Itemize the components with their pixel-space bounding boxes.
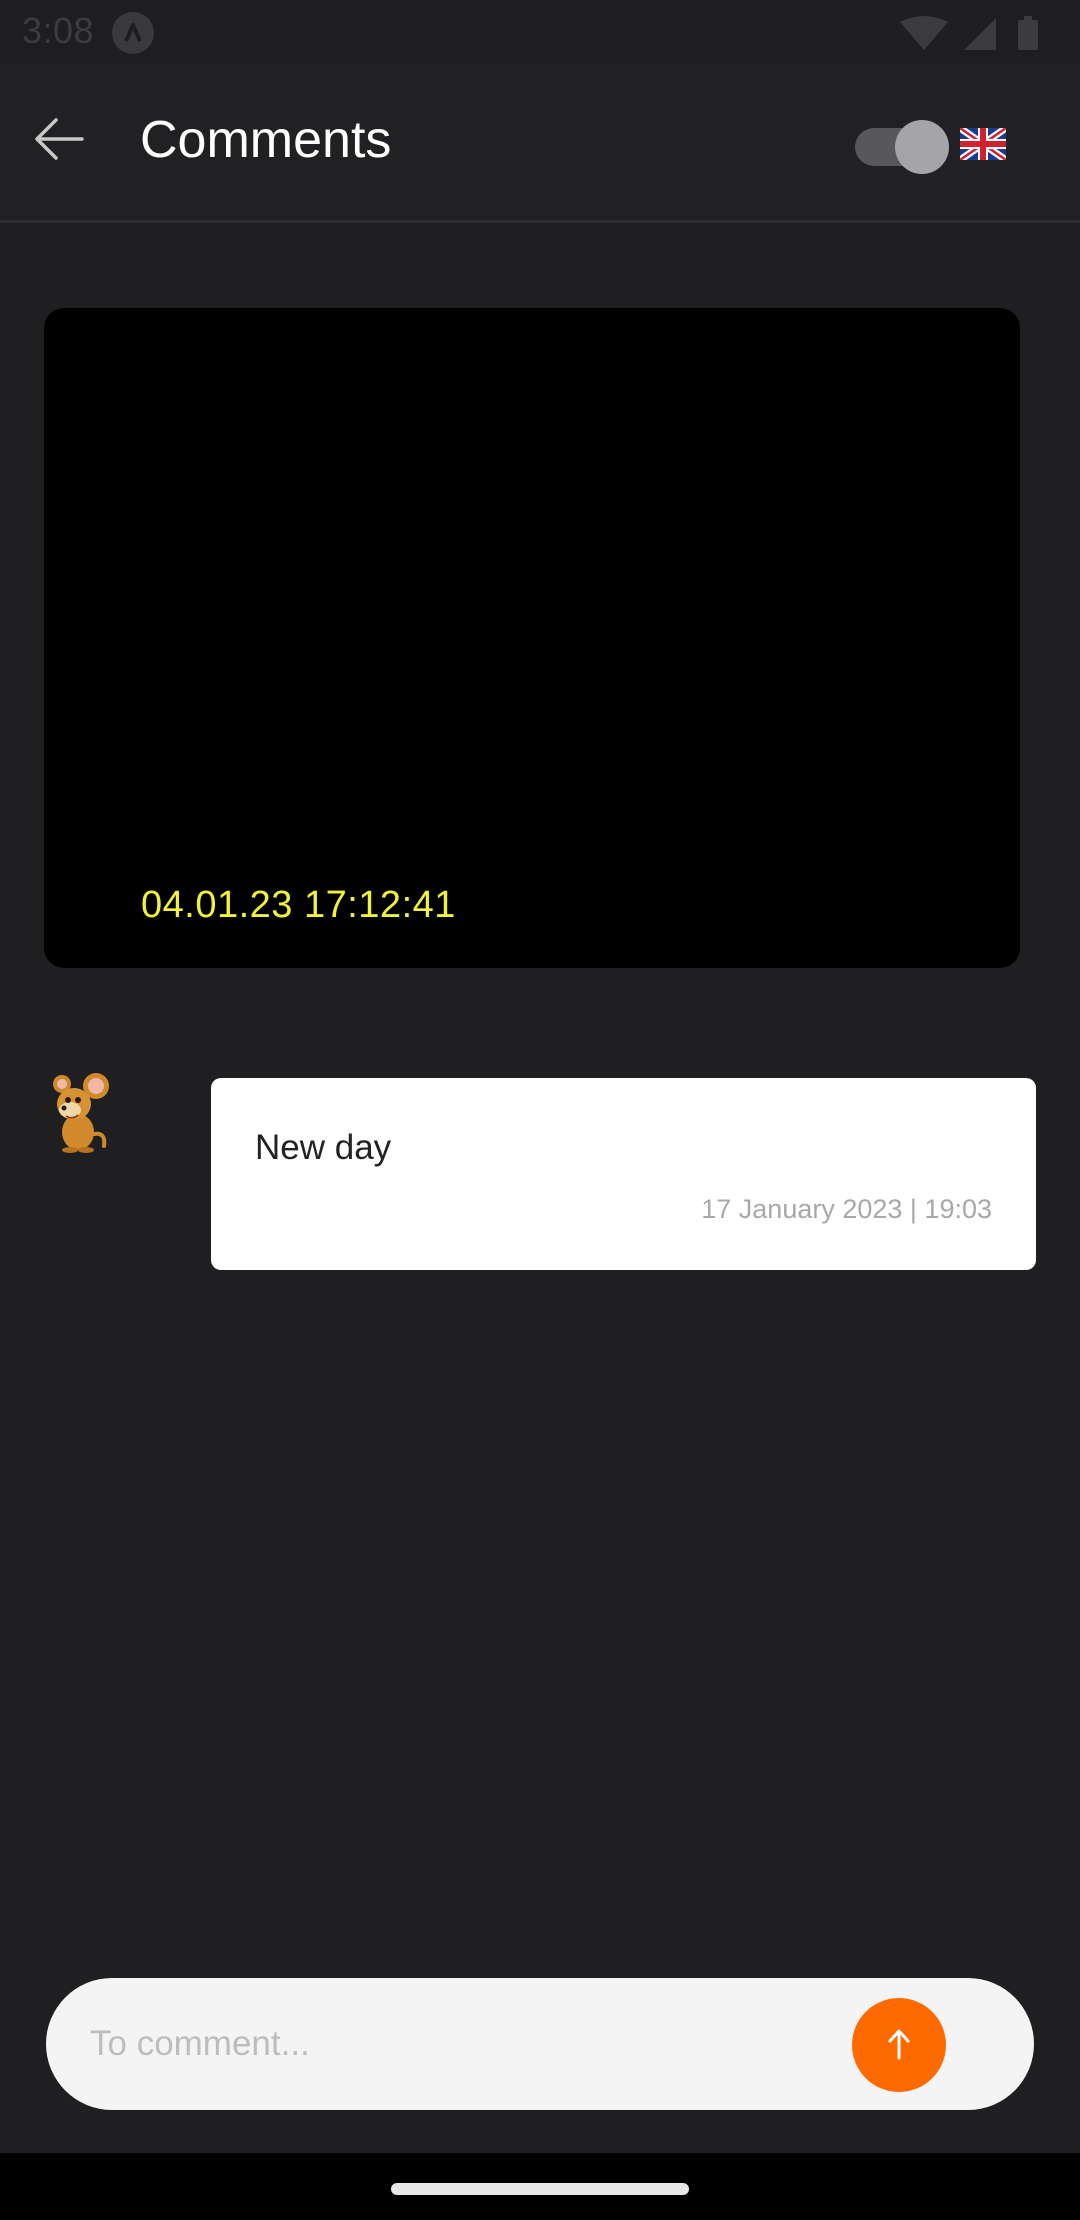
back-button[interactable] [30, 108, 92, 170]
send-button[interactable] [852, 1998, 946, 2092]
status-icons [900, 16, 1038, 50]
jerry-mouse-avatar [40, 1073, 109, 1153]
avatar [40, 1072, 120, 1154]
battery-icon [1018, 16, 1038, 50]
home-indicator[interactable] [391, 2183, 689, 2195]
video-timestamp: 04.01.23 17:12:41 [141, 884, 456, 926]
signal-icon [964, 18, 996, 50]
app-bar: Comments [0, 64, 1080, 223]
status-time: 3:08 [22, 10, 95, 51]
language-button[interactable] [958, 125, 1008, 163]
status-bar: 3:08 [0, 0, 1080, 64]
comment-text: New day [255, 1128, 392, 1167]
comment-composer [46, 1978, 1034, 2110]
page-title: Comments [140, 111, 392, 169]
comment-bubble[interactable]: New day 17 January 2023 | 19:03 [211, 1078, 1036, 1270]
comment-input[interactable] [90, 2012, 870, 2076]
system-nav-bar [0, 2153, 1080, 2220]
comment-timestamp: 17 January 2023 | 19:03 [701, 1194, 992, 1224]
arrow-up-icon [888, 2029, 910, 2060]
wifi-icon [900, 16, 948, 50]
feature-toggle[interactable] [855, 120, 949, 174]
video-player[interactable]: 04.01.23 17:12:41 [44, 308, 1020, 968]
arrow-left-icon [35, 118, 84, 160]
comments-screen: 3:08 Comments 04.01.23 17:12:41 New day … [0, 0, 1080, 2220]
uk-flag-icon [958, 125, 1008, 163]
toggle-thumb [895, 120, 949, 174]
app-notification-icon [112, 12, 154, 54]
